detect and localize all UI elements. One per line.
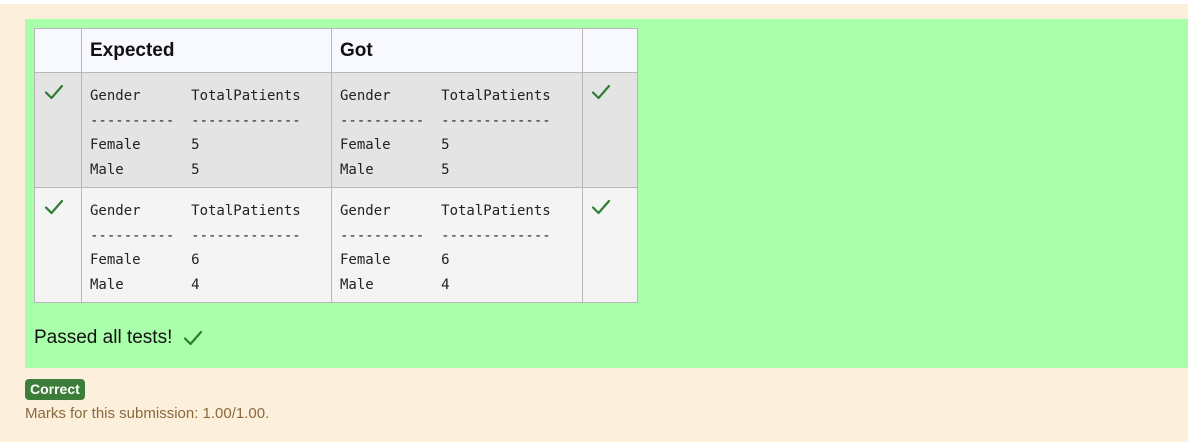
header-status-2 (582, 28, 638, 73)
got-output: Gender TotalPatients ---------- --------… (340, 203, 551, 293)
expected-output: Gender TotalPatients ---------- --------… (90, 88, 301, 178)
header-expected: Expected (81, 28, 332, 73)
expected-output-cell: Gender TotalPatients ---------- --------… (81, 72, 332, 188)
got-output: Gender TotalPatients ---------- --------… (340, 88, 551, 178)
passed-all-tests-message: Passed all tests! (34, 327, 203, 349)
row-status-cell (34, 72, 82, 188)
marks-text: Marks for this submission: 1.00/1.00. (25, 405, 270, 422)
table-row: Gender TotalPatients ---------- --------… (34, 187, 638, 303)
got-output-cell: Gender TotalPatients ---------- --------… (331, 187, 583, 303)
row-status-cell-2 (582, 187, 638, 303)
expected-output: Gender TotalPatients ---------- --------… (90, 203, 301, 293)
got-output-cell: Gender TotalPatients ---------- --------… (331, 72, 583, 188)
check-icon (44, 199, 64, 215)
check-icon (591, 84, 611, 100)
check-icon (184, 330, 203, 346)
submission-feedback: Expected Got Gender TotalPatients ------… (0, 4, 1188, 442)
passed-text: Passed all tests! (34, 327, 173, 348)
table-header-row: Expected Got (34, 28, 638, 73)
row-status-cell-2 (582, 72, 638, 188)
test-results-panel: Expected Got Gender TotalPatients ------… (25, 19, 1188, 368)
expected-output-cell: Gender TotalPatients ---------- --------… (81, 187, 332, 303)
header-got: Got (331, 28, 583, 73)
results-table: Expected Got Gender TotalPatients ------… (34, 28, 638, 303)
correct-badge: Correct (25, 379, 85, 400)
row-status-cell (34, 187, 82, 303)
header-status (34, 28, 82, 73)
check-icon (44, 84, 64, 100)
table-row: Gender TotalPatients ---------- --------… (34, 72, 638, 188)
check-icon (591, 199, 611, 215)
